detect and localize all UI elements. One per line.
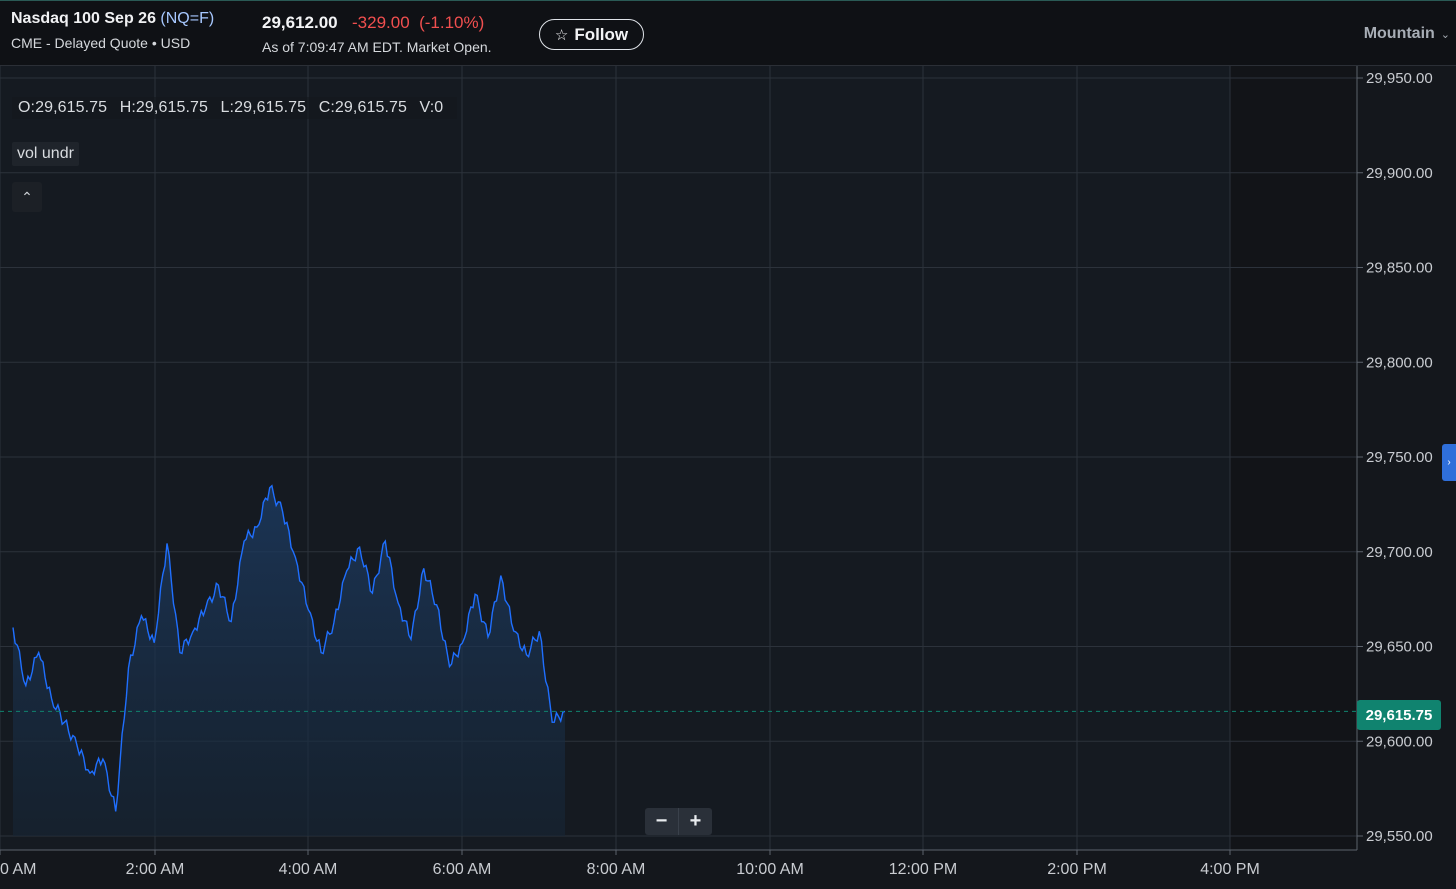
ohlc-low: L:29,615.75 <box>220 99 307 116</box>
star-icon: ☆ <box>554 26 569 44</box>
collapse-studies-button[interactable]: ⌃ <box>12 182 42 212</box>
timezone-label: Mountain <box>1363 25 1435 42</box>
follow-label: Follow <box>574 24 629 44</box>
instrument-symbol[interactable]: NQ=F <box>166 10 209 27</box>
y-axis: 29,950.00 29,900.00 29,850.00 29,800.00 29,7… <box>1356 66 1433 850</box>
exchange-info: CME - Delayed Quote • USD <box>11 35 191 51</box>
follow-button[interactable]: ☆ Follow <box>539 19 644 50</box>
study-label[interactable]: vol undr <box>12 142 79 166</box>
side-panel-toggle[interactable]: › <box>1442 444 1456 481</box>
instrument-title: Nasdaq 100 Sep 26 (NQ=F) <box>11 10 214 28</box>
price-chart[interactable]: 29,950.00 29,900.00 29,850.00 29,800.00 29,7… <box>0 66 1456 889</box>
x-tick-label: 2:00 PM <box>1047 861 1107 878</box>
price-change: -329.00 (-1.10%) <box>352 13 485 32</box>
x-tick-label: 6:00 AM <box>433 861 492 878</box>
chevron-up-icon: ⌃ <box>21 188 33 205</box>
zoom-controls: − + <box>645 808 712 835</box>
last-price-tag: 29,615.75 <box>1357 700 1441 730</box>
x-tick-label: 10:00 AM <box>736 861 804 878</box>
x-axis: 0 AM 2:00 AM 4:00 AM 6:00 AM 8:00 AM 10:00 AM… <box>0 849 1357 878</box>
x-tick-label: 0 AM <box>0 861 36 878</box>
y-tick-label: 29,600.00 <box>1366 733 1433 750</box>
y-tick-label: 29,650.00 <box>1366 639 1433 656</box>
zoom-in-button[interactable]: + <box>679 808 712 835</box>
instrument-name: Nasdaq 100 Sep 26 <box>11 10 156 27</box>
ohlc-close: C:29,615.75 <box>318 99 407 116</box>
x-tick-label: 4:00 AM <box>279 861 338 878</box>
x-tick-label: 8:00 AM <box>587 861 646 878</box>
y-tick-label: 29,950.00 <box>1366 70 1433 87</box>
x-tick-label: 4:00 PM <box>1200 861 1260 878</box>
chart-area[interactable]: 29,950.00 29,900.00 29,850.00 29,800.00 29,7… <box>0 66 1456 889</box>
y-tick-label: 29,850.00 <box>1366 260 1433 277</box>
y-tick-label: 29,800.00 <box>1366 354 1433 371</box>
quote-header: Nasdaq 100 Sep 26 (NQ=F) CME - Delayed Q… <box>0 0 1456 66</box>
ohlc-legend: O:29,615.75 H:29,615.75 L:29,615.75 C:29… <box>12 97 458 119</box>
current-price: 29,612.00 <box>262 13 338 32</box>
as-of-timestamp: As of 7:09:47 AM EDT. Market Open. <box>262 39 492 55</box>
quote-chart-page: Nasdaq 100 Sep 26 (NQ=F) CME - Delayed Q… <box>0 0 1456 889</box>
y-tick-label: 29,550.00 <box>1366 828 1433 845</box>
zoom-out-button[interactable]: − <box>645 808 679 835</box>
y-tick-label: 29,750.00 <box>1366 449 1433 466</box>
x-tick-label: 12:00 PM <box>889 861 957 878</box>
chevron-down-icon: ⌄ <box>1440 28 1450 41</box>
timezone-select[interactable]: Mountain ⌄ <box>1364 25 1450 43</box>
y-tick-label: 29,900.00 <box>1366 165 1433 182</box>
symbol-paren-close: ) <box>208 10 215 27</box>
y-tick-label: 29,700.00 <box>1366 544 1433 561</box>
ohlc-high: H:29,615.75 <box>119 99 208 116</box>
x-tick-label: 2:00 AM <box>126 861 185 878</box>
ohlc-open: O:29,615.75 <box>18 99 108 116</box>
ohlc-volume: V:0 <box>419 99 444 116</box>
